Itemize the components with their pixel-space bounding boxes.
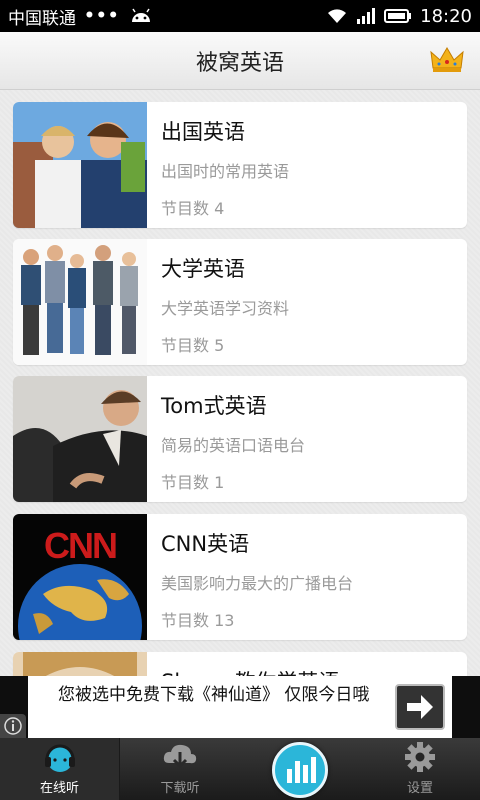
course-thumbnail xyxy=(13,102,147,228)
app-header: 被窝英语 xyxy=(0,32,480,90)
notification-dots: ••• xyxy=(84,6,120,26)
svg-text:CNN: CNN xyxy=(44,525,116,566)
episode-count: 节目数 4 xyxy=(161,199,225,218)
course-list[interactable]: 出国英语 出国时的常用英语 节目数 4 大学英语 大学英语学习资料 节目数 5 xyxy=(0,90,480,676)
status-bar: 中国联通 ••• 18:20 xyxy=(0,0,480,32)
course-thumbnail xyxy=(13,376,147,502)
carrier-label: 中国联通 xyxy=(8,8,76,29)
arrow-right-icon xyxy=(407,695,433,719)
ad-content[interactable]: 您被选中免费下载《神仙道》 仅限今日哦 xyxy=(28,676,452,738)
course-subtitle: 大学英语学习资料 xyxy=(161,299,290,318)
course-card[interactable]: Tom式英语 简易的英语口语电台 节目数 1 xyxy=(13,376,467,502)
course-card[interactable]: Shoo…教你学英语 xyxy=(13,652,467,676)
ad-text: 您被选中免费下载《神仙道》 仅限今日哦 xyxy=(58,685,370,705)
clock: 18:20 xyxy=(420,5,472,27)
headphones-icon xyxy=(44,744,75,772)
course-thumbnail xyxy=(13,652,147,676)
crown-icon[interactable] xyxy=(430,46,464,74)
battery-icon xyxy=(384,9,412,23)
equalizer-icon xyxy=(287,757,316,783)
tab-download[interactable]: 下载听 xyxy=(120,738,240,800)
course-title: CNN英语 xyxy=(161,532,250,556)
course-subtitle: 美国影响力最大的广播电台 xyxy=(161,574,354,593)
now-playing-button[interactable] xyxy=(272,742,328,798)
episode-count: 节目数 1 xyxy=(161,473,225,492)
bottom-tab-bar: 在线听 下载听 设置 xyxy=(0,738,480,800)
course-card[interactable]: CNN CNN英语 美国影响力最大的广播电台 节目数 13 xyxy=(13,514,467,640)
course-subtitle: 简易的英语口语电台 xyxy=(161,436,306,455)
episode-count: 节目数 5 xyxy=(161,336,225,355)
course-title: 出国英语 xyxy=(161,120,245,144)
course-title: Tom式英语 xyxy=(161,394,267,418)
course-card[interactable]: 出国英语 出国时的常用英语 节目数 4 xyxy=(13,102,467,228)
download-icon xyxy=(163,744,197,769)
course-thumbnail: CNN xyxy=(13,514,147,640)
page-title: 被窝英语 xyxy=(195,50,284,76)
course-subtitle: 出国时的常用英语 xyxy=(161,162,290,181)
android-icon xyxy=(131,8,150,22)
episode-count: 节目数 13 xyxy=(161,611,235,630)
gear-icon xyxy=(405,742,435,772)
info-icon[interactable] xyxy=(0,714,26,738)
course-title: Shoo…教你学英语 xyxy=(161,666,339,676)
tab-label: 在线听 xyxy=(39,781,79,796)
tab-label: 设置 xyxy=(406,781,433,796)
tab-online[interactable]: 在线听 xyxy=(0,738,120,800)
course-title: 大学英语 xyxy=(161,257,245,281)
wifi-icon xyxy=(328,9,347,23)
ad-arrow-button[interactable] xyxy=(395,684,445,730)
ad-banner[interactable]: 您被选中免费下载《神仙道》 仅限今日哦 xyxy=(0,676,480,738)
tab-label: 下载听 xyxy=(160,781,200,796)
course-card[interactable]: 大学英语 大学英语学习资料 节目数 5 xyxy=(13,239,467,365)
tab-settings[interactable]: 设置 xyxy=(360,738,480,800)
course-thumbnail xyxy=(13,239,147,365)
signal-icon xyxy=(357,8,376,24)
